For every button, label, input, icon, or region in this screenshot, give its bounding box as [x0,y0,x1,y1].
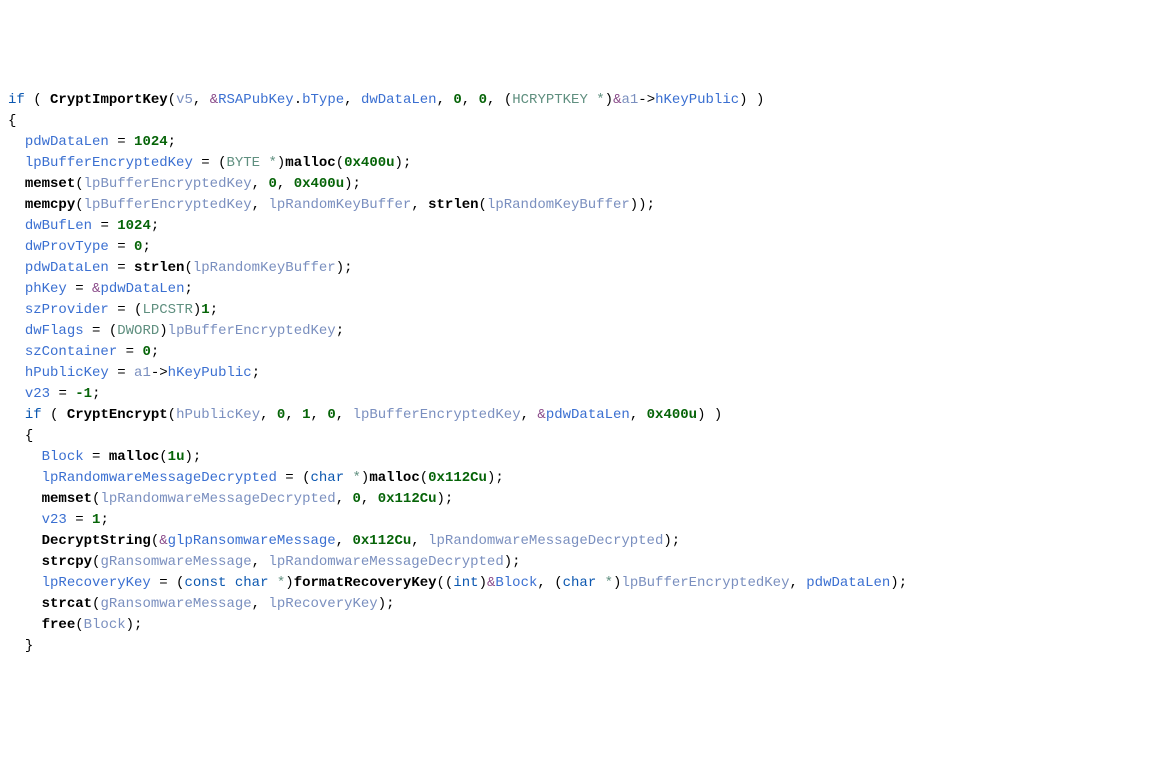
fn-malloc: malloc [109,449,159,465]
fn-memset: memset [42,491,92,507]
fn-memset: memset [25,176,75,192]
code-line: strcpy(gRansomwareMessage, lpRandomwareM… [8,554,521,570]
code-line: szContainer = 0; [8,344,159,360]
code-line: DecryptString(&glpRansomwareMessage, 0x1… [8,533,680,549]
ident: v5 [176,92,193,108]
code-line: { [8,428,33,444]
code-line: szProvider = (LPCSTR)1; [8,302,218,318]
fn-malloc: malloc [285,155,335,171]
fn-strlen: strlen [428,197,478,213]
fn-memcpy: memcpy [25,197,75,213]
code-line: dwBufLen = 1024; [8,218,159,234]
fn-strlen: strlen [134,260,184,276]
code-line: lpRandomwareMessageDecrypted = (char *)m… [8,470,504,486]
code-line: if ( CryptEncrypt(hPublicKey, 0, 1, 0, l… [8,407,722,423]
code-line: v23 = 1; [8,512,109,528]
code-block: if ( CryptImportKey(v5, &RSAPubKey.bType… [8,90,1145,657]
fn-strcpy: strcpy [42,554,92,570]
code-line: phKey = &pdwDataLen; [8,281,193,297]
fn-malloc: malloc [369,470,419,486]
code-line: memset(lpRandomwareMessageDecrypted, 0, … [8,491,453,507]
code-line: lpBufferEncryptedKey = (BYTE *)malloc(0x… [8,155,411,171]
fn-DecryptString: DecryptString [42,533,151,549]
keyword-if: if [8,92,25,108]
fn-free: free [42,617,76,633]
code-line: dwProvType = 0; [8,239,151,255]
code-line: free(Block); [8,617,142,633]
code-line: Block = malloc(1u); [8,449,201,465]
code-line: lpRecoveryKey = (const char *)formatReco… [8,575,907,591]
code-line: hPublicKey = a1->hKeyPublic; [8,365,260,381]
code-line: memset(lpBufferEncryptedKey, 0, 0x400u); [8,176,361,192]
code-line: if ( CryptImportKey(v5, &RSAPubKey.bType… [8,92,764,108]
code-line: } [8,638,33,654]
code-line: pdwDataLen = 1024; [8,134,176,150]
code-line: v23 = -1; [8,386,100,402]
type: HCRYPTKEY [512,92,588,108]
fn-CryptEncrypt: CryptEncrypt [67,407,168,423]
code-line: dwFlags = (DWORD)lpBufferEncryptedKey; [8,323,344,339]
fn-formatRecoveryKey: formatRecoveryKey [294,575,437,591]
code-line: memcpy(lpBufferEncryptedKey, lpRandomKey… [8,197,655,213]
code-line: { [8,113,16,129]
fn-CryptImportKey: CryptImportKey [50,92,168,108]
fn-strcat: strcat [42,596,92,612]
code-line: strcat(gRansomwareMessage, lpRecoveryKey… [8,596,395,612]
code-line: pdwDataLen = strlen(lpRandomKeyBuffer); [8,260,353,276]
